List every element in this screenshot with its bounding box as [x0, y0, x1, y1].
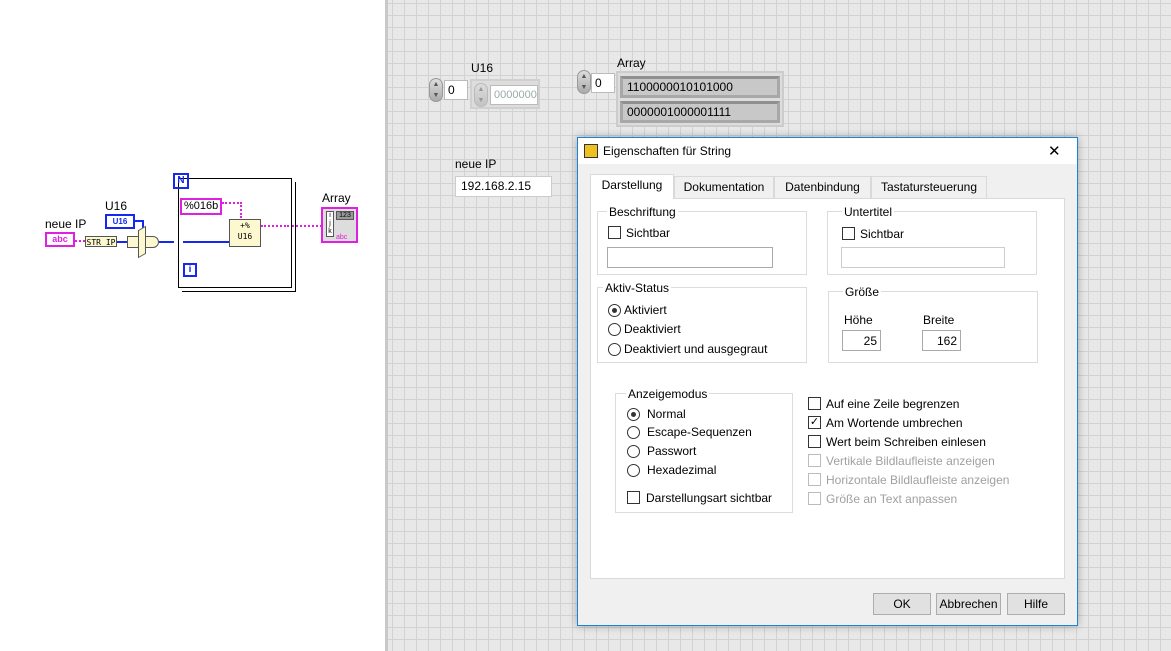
option-checkbox-0[interactable]	[808, 397, 821, 410]
close-icon[interactable]: ✕	[1048, 142, 1061, 160]
hoehe-label: Höhe	[844, 313, 873, 327]
option-label-1: Am Wortende umbrechen	[826, 416, 963, 430]
radio-hexadezimal-label: Hexadezimal	[647, 463, 717, 477]
radio-escape-label: Escape-Sequenzen	[647, 425, 752, 439]
for-loop[interactable]: N i %016b +% U16	[173, 173, 292, 288]
darstellungsart-checkbox[interactable]	[627, 491, 640, 504]
untertitel-input[interactable]	[841, 247, 1005, 268]
wire	[117, 241, 127, 243]
radio-aktiviert-label: Aktiviert	[624, 303, 667, 317]
neue-ip-terminal[interactable]: abc	[45, 232, 75, 247]
format-string-constant[interactable]: %016b	[180, 198, 222, 215]
radio-passwort[interactable]	[627, 445, 640, 458]
u16-index-input[interactable]: 0	[444, 80, 468, 100]
radio-hexadezimal[interactable]	[627, 464, 640, 477]
tab-panel: Beschriftung Sichtbar Untertitel Sichtba…	[590, 198, 1065, 579]
aktiv-status-legend: Aktiv-Status	[603, 281, 672, 295]
radio-deaktiviert-label: Deaktiviert	[624, 322, 681, 336]
array-type: abc	[336, 234, 348, 241]
breite-input[interactable]: 162	[922, 330, 961, 351]
radio-ausgegraut-label: Deaktiviert und ausgegraut	[624, 342, 768, 356]
array-index-spinner[interactable]: ▲ ▼	[577, 70, 591, 94]
array-label: Array	[322, 191, 351, 205]
wire	[159, 241, 174, 243]
beschriftung-sichtbar-checkbox[interactable]	[608, 226, 621, 239]
anzeigemodus-legend: Anzeigemodus	[626, 387, 710, 401]
wire	[75, 240, 85, 242]
option-label-4: Horizontale Bildlaufleiste anzeigen	[826, 473, 1010, 487]
cancel-button[interactable]: Abbrechen	[936, 593, 1001, 615]
option-checkbox-1[interactable]: ✓	[808, 416, 821, 429]
properties-dialog: Eigenschaften für String ✕ Darstellung D…	[577, 137, 1078, 626]
neue-ip-input[interactable]: 192.168.2.15	[455, 176, 552, 197]
labview-icon	[584, 144, 598, 158]
u16-value: 0000000	[490, 85, 538, 105]
bundle-node[interactable]	[138, 225, 146, 259]
beschriftung-input[interactable]	[607, 247, 773, 268]
block-diagram: neue IP abc STR IP U16 U16 N i %016b +% U…	[0, 0, 385, 651]
radio-escape[interactable]	[627, 426, 640, 439]
hoehe-input[interactable]: 25	[842, 330, 881, 351]
str-ip-node[interactable]: STR IP	[85, 236, 117, 247]
tab-dokumentation[interactable]: Dokumentation	[674, 176, 774, 198]
format-type: U16	[237, 232, 253, 241]
darstellungsart-label: Darstellungsart sichtbar	[646, 491, 773, 505]
u16-index-spinner[interactable]: ▲ ▼	[429, 78, 443, 102]
u16-label: U16	[105, 199, 128, 213]
loop-count-terminal[interactable]: N	[173, 173, 189, 189]
u16-label: U16	[471, 61, 494, 75]
option-checkbox-4	[808, 473, 821, 486]
tab-datenbindung[interactable]: Datenbindung	[774, 176, 871, 198]
format-glyph: +%	[240, 221, 250, 230]
beschriftung-sichtbar-label: Sichtbar	[626, 226, 671, 240]
radio-passwort-label: Passwort	[647, 444, 697, 458]
array-label: Array	[617, 56, 646, 70]
option-label-2: Wert beim Schreiben einlesen	[826, 435, 986, 449]
array-num-element: 123	[336, 211, 354, 220]
array-index-input[interactable]: 0	[591, 73, 615, 93]
breite-label: Breite	[923, 313, 955, 327]
neue-ip-label: neue IP	[45, 217, 87, 231]
radio-deaktiviert[interactable]	[608, 323, 621, 336]
radio-normal[interactable]	[627, 408, 640, 421]
ok-button[interactable]: OK	[873, 593, 931, 615]
u16-element-spinner: ▲ ▼	[474, 83, 488, 107]
array-element-1[interactable]: 0000001000001111	[620, 101, 780, 123]
option-checkbox-3	[808, 454, 821, 467]
array-element-0[interactable]: 1100000010101000	[620, 76, 780, 98]
radio-normal-label: Normal	[647, 407, 686, 421]
option-label-0: Auf eine Zeile begrenzen	[826, 397, 960, 411]
groesse-group	[828, 291, 1038, 363]
option-label-5: Größe an Text anpassen	[826, 492, 958, 506]
untertitel-legend: Untertitel	[842, 205, 895, 219]
wire	[292, 225, 322, 227]
radio-aktiviert[interactable]	[608, 304, 621, 317]
neue-ip-label: neue IP	[455, 157, 497, 171]
help-button[interactable]: Hilfe	[1007, 593, 1065, 615]
wire	[261, 225, 289, 227]
untertitel-sichtbar-checkbox[interactable]	[842, 227, 855, 240]
beschriftung-legend: Beschriftung	[607, 205, 678, 219]
wire	[183, 241, 229, 243]
dialog-title: Eigenschaften für String	[603, 144, 732, 158]
u16-array-element: ▲ ▼ 0000000	[470, 79, 540, 109]
array-indicator: 1100000010101000 0000001000001111	[616, 71, 784, 127]
groesse-legend: Größe	[843, 285, 882, 299]
radio-ausgegraut[interactable]	[608, 343, 621, 356]
wire	[222, 202, 242, 218]
untertitel-sichtbar-label: Sichtbar	[860, 227, 905, 241]
u16-terminal[interactable]: U16	[105, 214, 135, 229]
option-label-3: Vertikale Bildlaufleiste anzeigen	[826, 454, 995, 468]
format-into-string-node[interactable]: +% U16	[229, 219, 261, 247]
array-terminal[interactable]: ijk 123 abc	[321, 207, 358, 243]
array-index-column: ijk	[326, 211, 334, 237]
loop-index-terminal: i	[183, 263, 197, 277]
title-bar[interactable]: Eigenschaften für String ✕	[578, 138, 1077, 164]
option-checkbox-2[interactable]	[808, 435, 821, 448]
tab-tastatursteuerung[interactable]: Tastatursteuerung	[871, 176, 987, 198]
tab-darstellung[interactable]: Darstellung	[590, 174, 674, 199]
option-checkbox-5	[808, 492, 821, 505]
